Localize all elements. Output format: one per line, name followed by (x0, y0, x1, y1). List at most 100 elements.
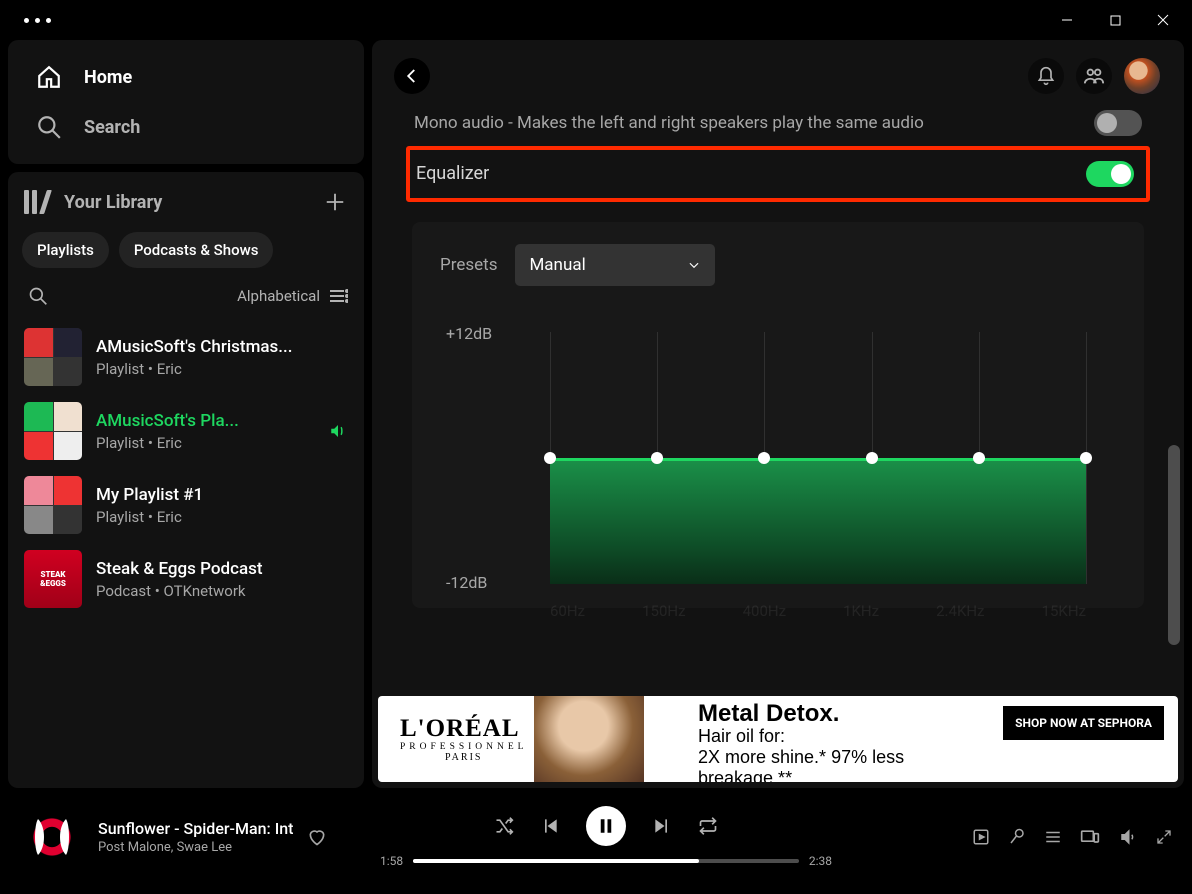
mono-audio-label: Mono audio - Makes the left and right sp… (414, 110, 924, 136)
previous-button[interactable] (540, 816, 560, 836)
equalizer-highlight: Equalizer (406, 146, 1150, 202)
playlist-artwork (24, 328, 82, 386)
library-item[interactable]: My Playlist #1 Playlist • Eric (18, 468, 354, 542)
podcast-artwork: STEAK&EGGS (24, 550, 82, 608)
ellipsis-icon (24, 18, 51, 23)
home-icon (36, 64, 62, 90)
profile-button[interactable] (1124, 58, 1160, 94)
progress-bar[interactable] (413, 859, 799, 863)
library-title: Your Library (64, 192, 162, 213)
previous-icon (540, 816, 560, 836)
eq-slider-1khz[interactable] (866, 452, 878, 464)
eq-slider-15khz[interactable] (1080, 452, 1092, 464)
list-icon (330, 289, 348, 303)
equalizer-chart[interactable]: +12dB -12dB (440, 318, 1116, 598)
equalizer-toggle[interactable] (1086, 161, 1134, 187)
window-maximize[interactable] (1092, 5, 1138, 35)
scrollbar[interactable] (1168, 445, 1180, 645)
playlist-artwork (24, 476, 82, 534)
filter-chip-podcasts[interactable]: Podcasts & Shows (119, 232, 274, 268)
library-item[interactable]: AMusicSoft's Christmas... Playlist • Eri… (18, 320, 354, 394)
library-search[interactable] (28, 286, 48, 306)
shuffle-button[interactable] (494, 816, 514, 836)
filter-chip-playlists[interactable]: Playlists (22, 232, 109, 268)
duration-label: 2:38 (809, 854, 832, 868)
like-button[interactable] (307, 827, 327, 847)
presets-label: Presets (440, 255, 497, 275)
eq-slider-2.4khz[interactable] (973, 452, 985, 464)
create-button[interactable] (324, 191, 346, 213)
titlebar (0, 0, 1192, 40)
expand-icon (1156, 829, 1172, 845)
next-button[interactable] (652, 816, 672, 836)
eq-gain-top: +12dB (446, 324, 492, 343)
library-icon (24, 190, 48, 214)
play-pause-button[interactable] (586, 806, 626, 846)
chevron-left-icon (403, 67, 421, 85)
window-controls (1044, 5, 1186, 35)
eq-freq-axis: 60Hz150Hz400Hz1KHz2.4KHz15KHz (550, 602, 1086, 620)
library-item-sub: Playlist • Eric (96, 360, 348, 378)
ad-cta-button[interactable]: SHOP NOW AT SEPHORA (1003, 706, 1164, 740)
queue-icon (1044, 828, 1062, 846)
mute-button[interactable] (1118, 828, 1138, 846)
nav-panel: Home Search (8, 40, 364, 164)
now-playing-icon (972, 828, 990, 846)
eq-gain-bottom: -12dB (446, 573, 487, 592)
ad-brand-logo: L'ORÉAL PROFESSIONNEL PARIS (400, 715, 528, 763)
library-item-sub: Playlist • Eric (96, 508, 348, 526)
now-playing-artwork[interactable] (20, 805, 84, 869)
nav-home[interactable]: Home (16, 52, 356, 102)
shuffle-icon (494, 816, 514, 836)
chevron-down-icon (687, 258, 701, 272)
library-item-name: AMusicSoft's Pla... (96, 411, 314, 431)
bell-icon (1036, 66, 1056, 86)
library-item-sub: Playlist • Eric (96, 434, 314, 452)
library-item-sub: Podcast • OTKnetwork (96, 582, 348, 600)
library-toggle[interactable]: Your Library (24, 190, 162, 214)
library-item-name: AMusicSoft's Christmas... (96, 337, 348, 357)
fullscreen-button[interactable] (1156, 829, 1172, 845)
search-icon (36, 114, 62, 140)
friend-activity-button[interactable] (1076, 58, 1112, 94)
repeat-icon (698, 816, 718, 836)
library-item-name: My Playlist #1 (96, 485, 348, 505)
library-sort[interactable]: Alphabetical (237, 287, 348, 305)
lyrics-button[interactable] (1008, 828, 1026, 846)
ad-image (534, 696, 644, 782)
mono-audio-toggle[interactable] (1094, 110, 1142, 136)
ad-banner[interactable]: L'ORÉAL PROFESSIONNEL PARIS Metal Detox.… (378, 696, 1178, 782)
library-panel: Your Library Playlists Podcasts & Shows … (8, 172, 364, 788)
nav-search[interactable]: Search (16, 102, 356, 152)
equalizer-label: Equalizer (416, 160, 489, 188)
ad-copy: Metal Detox. Hair oil for: 2X more shine… (688, 696, 1003, 782)
main-panel: Mono audio - Makes the left and right sp… (372, 40, 1184, 788)
library-sort-label: Alphabetical (237, 287, 320, 305)
microphone-icon (1008, 828, 1026, 846)
now-playing-title[interactable]: Sunflower - Spider-Man: Int (98, 819, 293, 838)
heart-icon (307, 827, 327, 847)
nav-home-label: Home (84, 67, 132, 88)
now-playing-view-button[interactable] (972, 828, 990, 846)
player-bar: Sunflower - Spider-Man: Int Post Malone,… (0, 788, 1192, 886)
library-item-name: Steak & Eggs Podcast (96, 559, 348, 579)
connect-device-button[interactable] (1080, 828, 1100, 846)
library-item[interactable]: STEAK&EGGS Steak & Eggs Podcast Podcast … (18, 542, 354, 616)
presets-dropdown[interactable]: Manual (515, 244, 715, 286)
window-close[interactable] (1140, 5, 1186, 35)
now-playing-artist[interactable]: Post Malone, Swae Lee (98, 840, 293, 855)
next-icon (652, 816, 672, 836)
volume-icon (1118, 828, 1138, 846)
position-label: 1:58 (380, 854, 403, 868)
equalizer-panel: Presets Manual +12dB -12dB (412, 222, 1144, 608)
queue-button[interactable] (1044, 828, 1062, 846)
library-item[interactable]: AMusicSoft's Pla... Playlist • Eric (18, 394, 354, 468)
whats-new-button[interactable] (1028, 58, 1064, 94)
preset-value: Manual (529, 255, 585, 275)
pause-icon (597, 817, 615, 835)
playlist-artwork (24, 402, 82, 460)
window-minimize[interactable] (1044, 5, 1090, 35)
app-menu[interactable] (24, 18, 51, 23)
back-button[interactable] (394, 58, 430, 94)
repeat-button[interactable] (698, 816, 718, 836)
